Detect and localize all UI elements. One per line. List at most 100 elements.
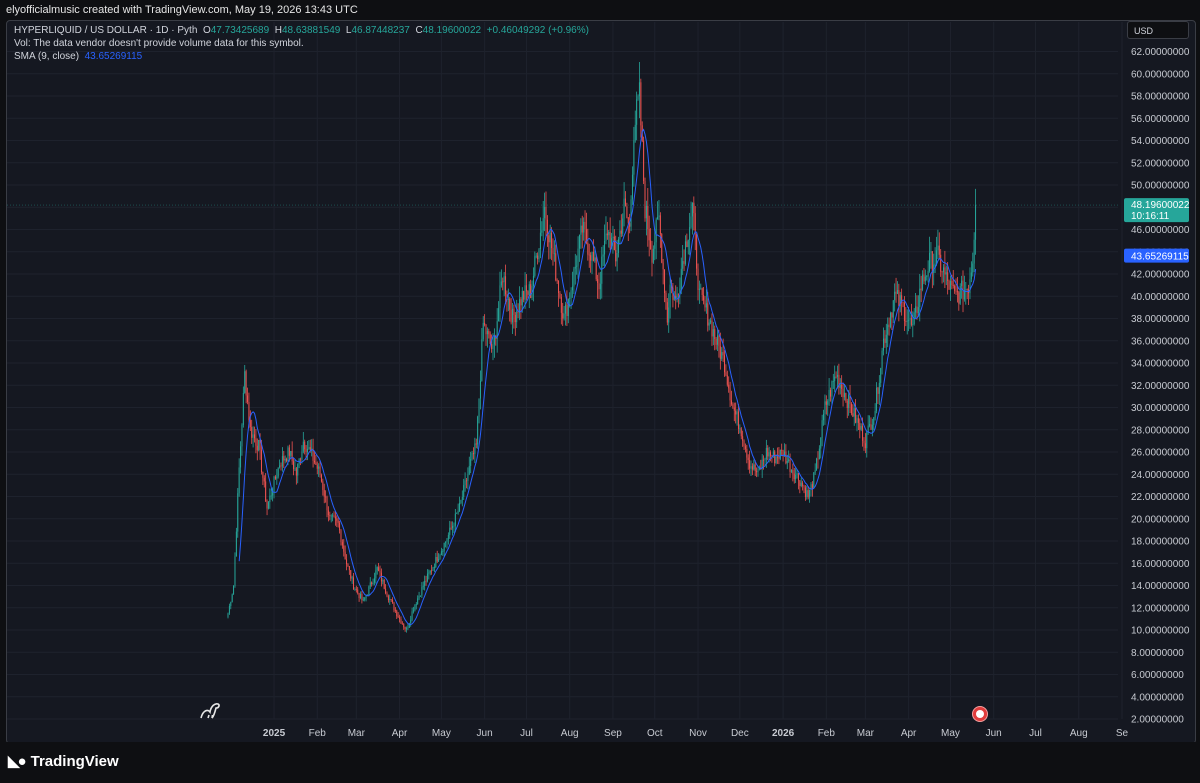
candle-body	[411, 611, 413, 620]
candle-body	[898, 290, 900, 307]
y-tick-label: 16.00000000	[1131, 559, 1190, 570]
candle-body	[527, 291, 529, 295]
candle-body	[385, 588, 387, 594]
y-tick-label: 22.00000000	[1131, 492, 1190, 503]
candle-body	[541, 230, 543, 233]
candle-body	[863, 440, 865, 444]
candle-body	[938, 245, 940, 255]
footer-bar	[0, 742, 1200, 783]
candle-body	[552, 248, 554, 254]
candle-body	[832, 381, 834, 382]
candle-body	[645, 205, 647, 219]
candle-body	[397, 616, 399, 618]
candle-body	[341, 542, 343, 546]
candle-body	[293, 461, 295, 469]
dino-icon[interactable]	[199, 700, 221, 720]
candle-body	[567, 298, 569, 317]
y-tick-label: 40.00000000	[1131, 292, 1190, 303]
candle-body	[436, 557, 438, 562]
candle-body	[389, 599, 391, 601]
candle-body	[334, 516, 336, 519]
candle-body	[631, 174, 633, 200]
candle-body	[630, 199, 632, 227]
candle-body	[355, 588, 357, 590]
candle-body	[530, 284, 532, 298]
candle-body	[507, 298, 509, 300]
close-label: C	[415, 25, 423, 36]
candle-body	[835, 376, 837, 378]
x-tick-label: Aug	[1070, 728, 1088, 739]
symbol-title[interactable]: HYPERLIQUID / US DOLLAR · 1D · Pyth	[14, 25, 197, 36]
candle-body	[613, 236, 615, 251]
tradingview-logo[interactable]: ◣● TradingView	[8, 752, 119, 770]
candle-body	[535, 255, 537, 257]
candle-body	[329, 515, 331, 516]
candle-body	[859, 422, 861, 430]
candle-body	[870, 424, 872, 430]
candle-body	[319, 466, 321, 475]
candle-body	[816, 458, 818, 471]
candle-body	[733, 407, 735, 411]
candle-body	[283, 456, 285, 461]
candle-body	[256, 445, 258, 451]
candle-body	[422, 585, 424, 587]
candle-body	[917, 307, 919, 314]
candle-body	[817, 458, 819, 460]
candle-body	[739, 428, 741, 430]
candle-body	[347, 564, 349, 567]
candle-body	[958, 292, 960, 304]
candle-body	[375, 570, 377, 579]
candle-body	[505, 276, 507, 295]
us-flag-icon[interactable]	[972, 706, 988, 722]
candle-body	[559, 293, 561, 298]
candle-body	[788, 459, 790, 461]
candle-body	[956, 291, 958, 293]
candle-body	[789, 459, 791, 472]
candle-body	[696, 233, 698, 269]
candle-body	[260, 449, 262, 473]
candle-body	[619, 230, 621, 240]
candle-body	[320, 474, 322, 482]
y-tick-label: 50.00000000	[1131, 181, 1190, 192]
candle-body	[414, 605, 416, 611]
sma-label[interactable]: SMA (9, close)	[14, 51, 79, 62]
candle-body	[492, 344, 494, 350]
candle-body	[247, 395, 249, 402]
candle-body	[412, 610, 414, 612]
candle-body	[650, 240, 652, 250]
candle-body	[923, 274, 925, 282]
candle-body	[450, 527, 452, 529]
candle-body	[806, 490, 808, 497]
candle-body	[644, 181, 646, 219]
candle-body	[424, 580, 426, 586]
candle-body	[400, 618, 402, 624]
candle-body	[322, 481, 324, 490]
candle-body	[694, 213, 696, 234]
candle-body	[498, 308, 500, 322]
candle-body	[327, 510, 329, 516]
candle-body	[770, 452, 772, 456]
candle-body	[740, 428, 742, 437]
candle-body	[277, 467, 279, 477]
candle-body	[877, 387, 879, 394]
candle-body	[658, 215, 660, 217]
candle-body	[717, 335, 719, 345]
candle-body	[304, 441, 306, 450]
candle-body	[857, 418, 859, 423]
candle-body	[915, 306, 917, 313]
candle-body	[616, 253, 618, 262]
candle-body	[306, 448, 308, 453]
candle-body	[252, 434, 254, 438]
y-tick-label: 62.00000000	[1131, 47, 1190, 58]
candle-body	[701, 288, 703, 295]
y-tick-label: 8.00000000	[1131, 648, 1184, 659]
candle-body	[664, 269, 666, 293]
candle-body	[951, 280, 953, 286]
candle-body	[638, 82, 640, 97]
candlestick-chart[interactable]: 2.00000000 4.00000000 6.00000000 8.00000000…	[0, 0, 1200, 783]
candle-body	[521, 290, 523, 306]
currency-selector[interactable]: USD	[1127, 21, 1189, 39]
candle-body	[284, 458, 286, 461]
candle-body	[627, 217, 629, 224]
candle-body	[676, 293, 678, 299]
